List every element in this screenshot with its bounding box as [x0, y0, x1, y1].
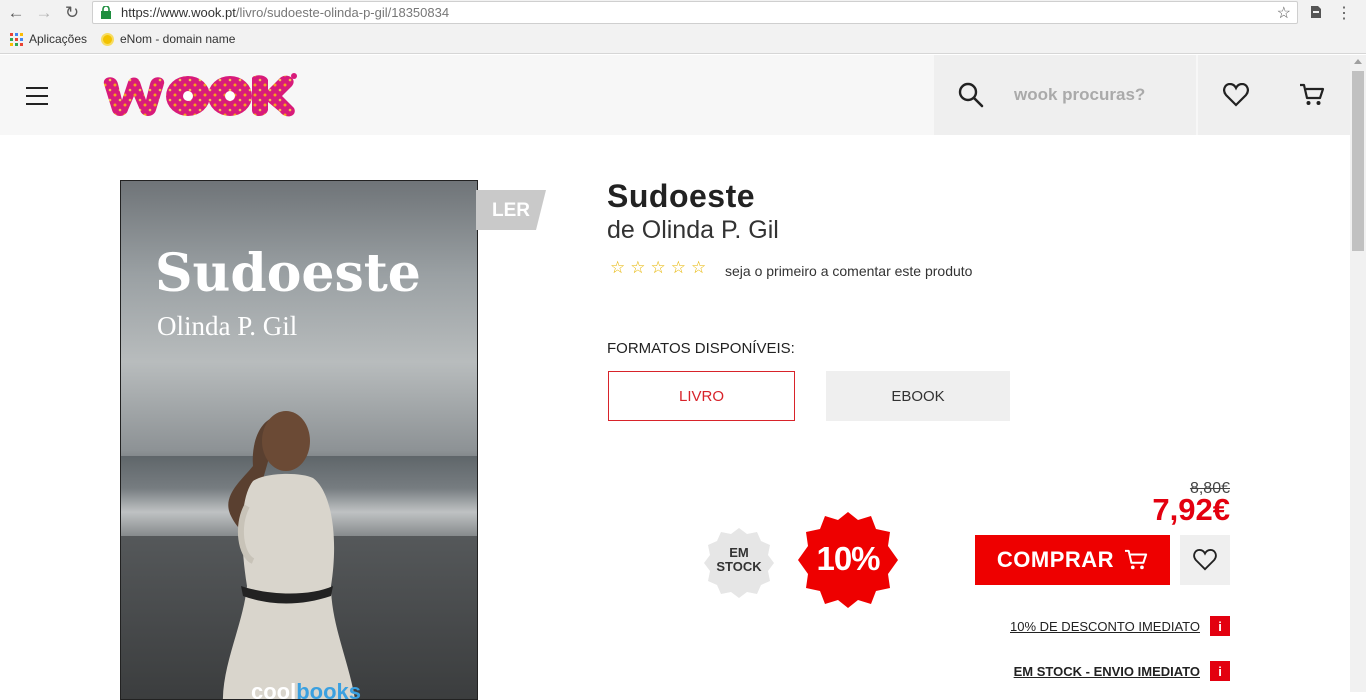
menu-icon[interactable]	[26, 87, 48, 105]
publisher-part-b: books	[296, 679, 362, 700]
product-title: Sudoeste	[607, 178, 756, 214]
page-scrollbar[interactable]	[1350, 55, 1366, 692]
info-icon[interactable]: i	[1210, 661, 1230, 681]
scroll-up-arrow[interactable]	[1354, 59, 1362, 64]
bookmark-enom-label: eNom - domain name	[120, 32, 236, 46]
star-icon: ☆	[610, 258, 626, 277]
wook-logo[interactable]	[102, 72, 298, 118]
cover-publisher: coolbooks	[251, 679, 362, 700]
info-icon[interactable]: i	[1210, 616, 1230, 636]
cart-button[interactable]	[1274, 55, 1350, 135]
stock-info-link[interactable]: EM STOCK - ENVIO IMEDIATO	[1014, 664, 1200, 679]
current-price: 7,92€	[1152, 492, 1230, 527]
stock-badge: EM STOCK	[704, 546, 774, 574]
lock-icon	[101, 6, 111, 19]
first-review-link[interactable]: seja o primeiro a comentar este produto	[725, 263, 972, 279]
site-header	[0, 55, 1350, 135]
bookmark-enom[interactable]: eNom - domain name	[101, 32, 235, 46]
product-author[interactable]: de Olinda P. Gil	[607, 216, 779, 245]
bookmark-apps-label: Aplicações	[29, 32, 88, 46]
stock-info-row: EM STOCK - ENVIO IMEDIATO i	[980, 661, 1230, 681]
forward-icon[interactable]: →	[34, 3, 54, 23]
apps-grid-icon	[10, 32, 23, 46]
publisher-part-a: cool	[251, 679, 297, 700]
url-path: /livro/sudoeste-olinda-p-gil/18350834	[235, 5, 450, 20]
format-ebook-button[interactable]: EBOOK	[826, 371, 1010, 421]
reload-icon[interactable]: ↻	[62, 3, 82, 23]
browser-toolbar: ← → ↻ https://www.wook.pt/livro/sudoeste…	[0, 0, 1366, 26]
chrome-menu-icon[interactable]: ⋮	[1336, 3, 1352, 23]
format-livro-button[interactable]: LIVRO	[608, 371, 795, 421]
discount-info-row: 10% DE DESCONTO IMEDIATO i	[980, 616, 1230, 636]
back-icon[interactable]: ←	[6, 3, 26, 23]
wishlist-button[interactable]	[1198, 55, 1274, 135]
heart-icon	[1193, 549, 1217, 571]
stock-badge-line2: STOCK	[716, 559, 762, 574]
url-host: https://www.wook.pt	[121, 5, 236, 20]
search-bar	[934, 55, 1196, 135]
rating-stars[interactable]: ☆ ☆ ☆ ☆ ☆	[610, 259, 706, 277]
formats-label: FORMATOS DISPONÍVEIS:	[607, 340, 795, 357]
ler-tag[interactable]: LER	[492, 200, 530, 222]
add-to-wishlist-button[interactable]	[1180, 535, 1230, 585]
cart-icon	[1300, 83, 1325, 105]
extension-icon[interactable]	[1308, 4, 1324, 20]
star-icon: ☆	[691, 258, 707, 277]
address-bar[interactable]: https://www.wook.pt/livro/sudoeste-olind…	[92, 1, 1298, 24]
cover-author: Olinda P. Gil	[157, 311, 298, 341]
heart-icon	[1223, 83, 1249, 107]
book-cover-image[interactable]: Sudoeste Olinda P. Gil coolbooks	[120, 180, 478, 700]
search-input[interactable]	[1014, 81, 1184, 109]
star-icon: ☆	[630, 258, 646, 277]
enom-icon	[101, 32, 114, 46]
url-text: https://www.wook.pt/livro/sudoeste-olind…	[121, 5, 449, 20]
search-icon[interactable]	[958, 82, 984, 108]
stock-badge-line1: EM	[729, 545, 749, 560]
cover-title: Sudoeste	[155, 243, 421, 304]
cover-woman-figure	[222, 411, 355, 699]
cart-icon	[1125, 549, 1148, 570]
scroll-thumb[interactable]	[1352, 71, 1364, 251]
buy-button[interactable]: COMPRAR	[975, 535, 1170, 585]
buy-button-label: COMPRAR	[996, 547, 1115, 572]
bookmark-star-icon[interactable]: ☆	[1277, 3, 1291, 23]
discount-info-link[interactable]: 10% DE DESCONTO IMEDIATO	[1010, 619, 1200, 634]
discount-badge: 10%	[816, 540, 880, 577]
star-icon: ☆	[650, 258, 666, 277]
bookmark-apps[interactable]: Aplicações	[10, 32, 87, 46]
bookmarks-bar: Aplicações eNom - domain name	[0, 26, 1366, 54]
star-icon: ☆	[670, 258, 686, 277]
